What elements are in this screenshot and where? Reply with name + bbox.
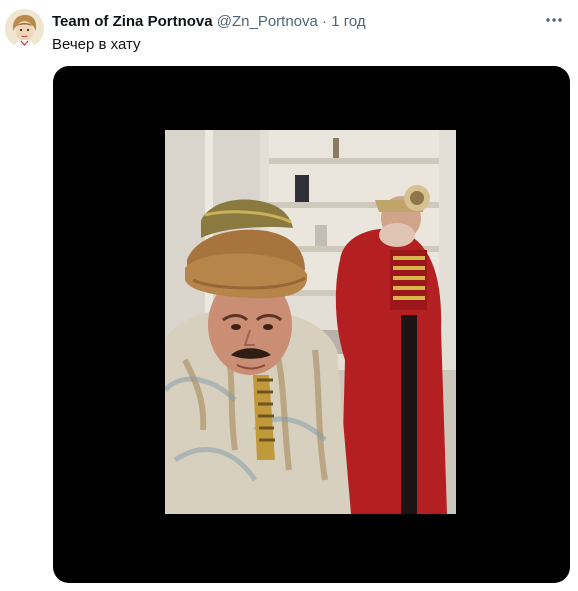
meta-separator: · — [322, 13, 328, 30]
avatar-portrait-icon — [5, 9, 44, 48]
tweet-card[interactable]: Team of Zina Portnova @Zn_Portnova · 1 г… — [0, 0, 578, 591]
video-still-image — [165, 130, 456, 514]
video-frame[interactable] — [165, 130, 456, 514]
video-player[interactable] — [53, 66, 570, 583]
more-options-icon[interactable] — [544, 14, 564, 26]
timestamp[interactable]: 1 год — [331, 13, 365, 30]
avatar[interactable] — [5, 9, 44, 48]
tweet-header: Team of Zina Portnova @Zn_Portnova · 1 г… — [52, 12, 366, 32]
user-handle[interactable]: @Zn_Portnova — [217, 13, 318, 30]
tweet-text: Вечер в хату — [52, 36, 141, 53]
more-horizontal-icon — [546, 18, 562, 22]
display-name[interactable]: Team of Zina Portnova — [52, 13, 213, 30]
